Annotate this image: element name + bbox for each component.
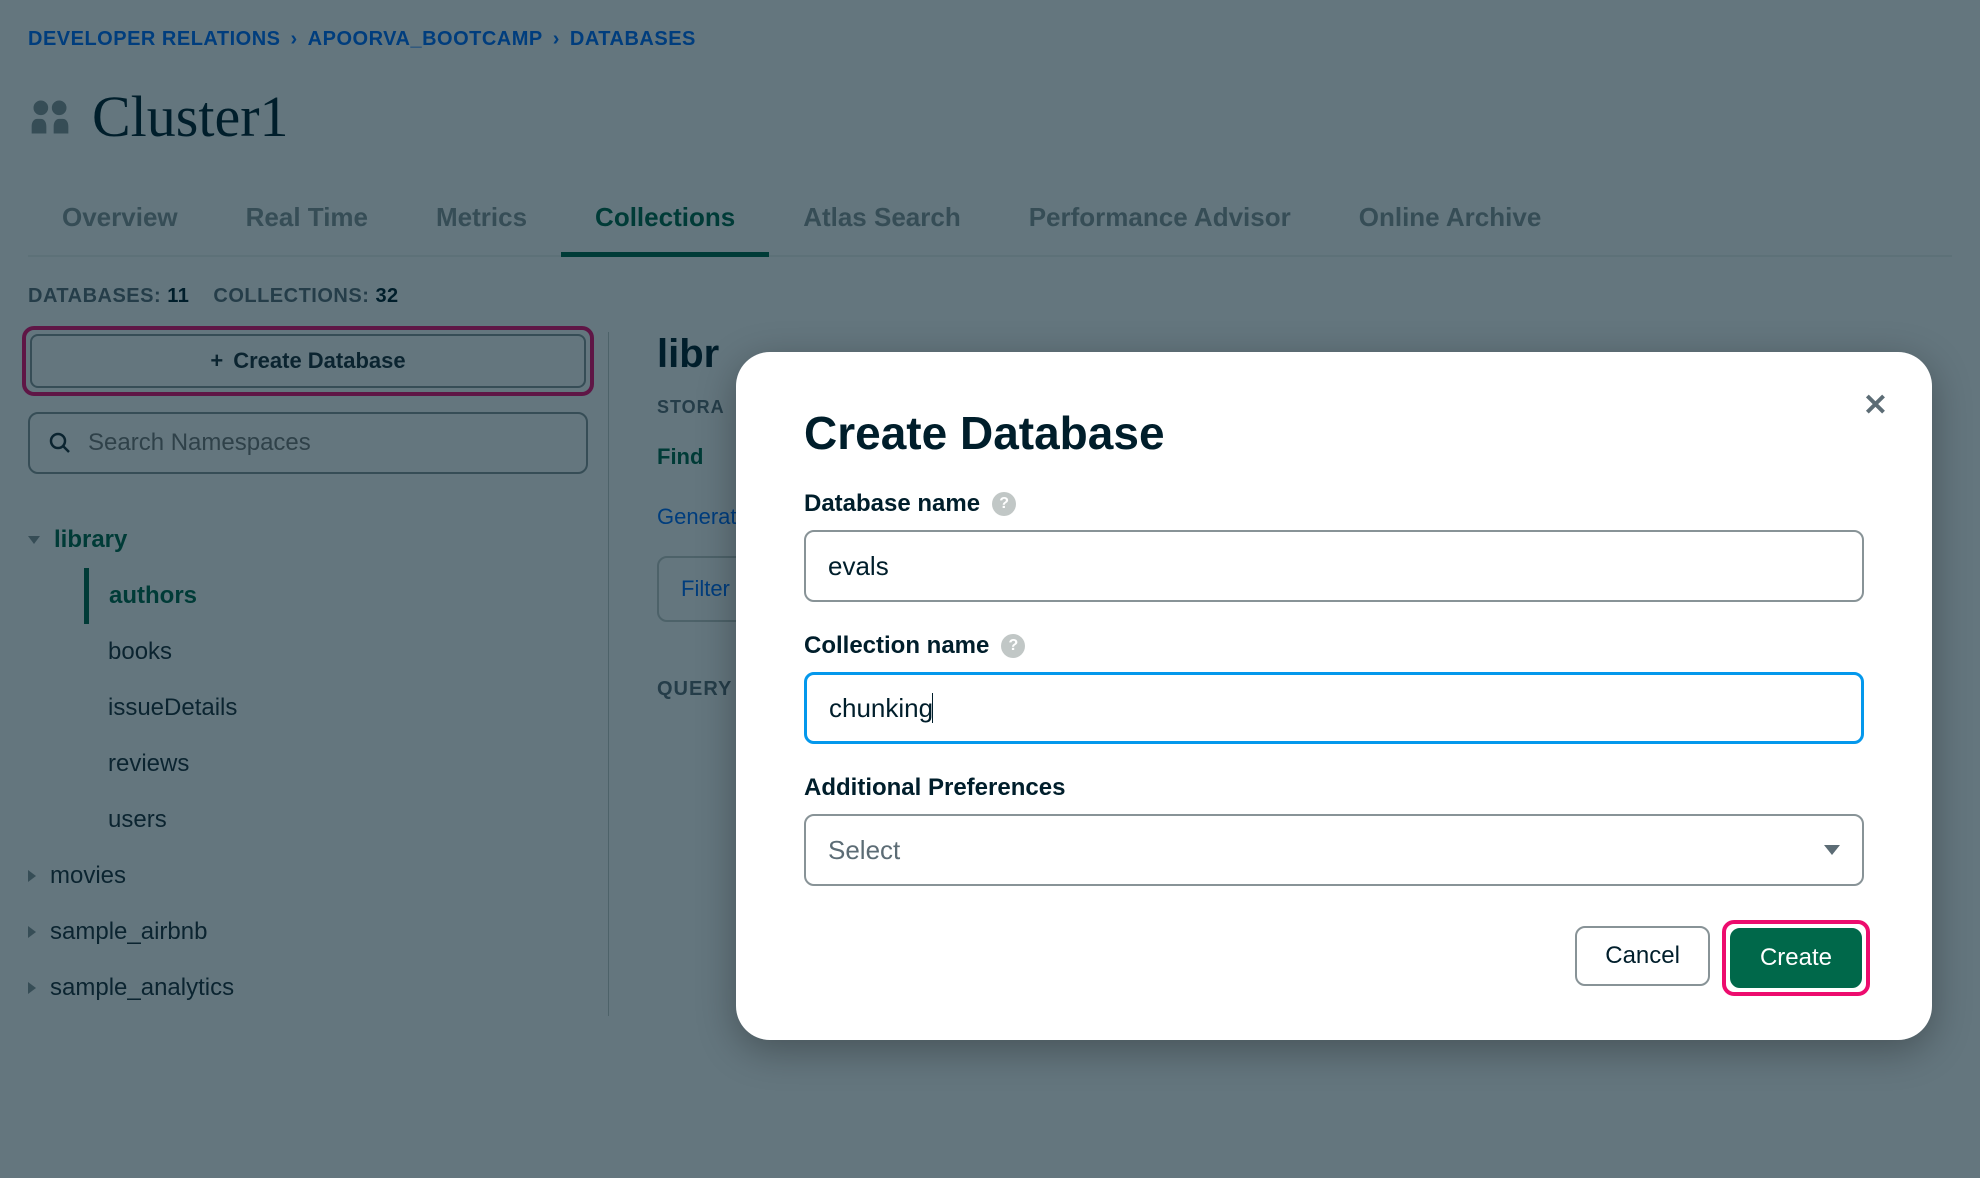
modal-title: Create Database: [804, 406, 1864, 460]
database-name-input[interactable]: [804, 530, 1864, 602]
collection-name-label: Collection name: [804, 632, 989, 660]
help-icon[interactable]: ?: [992, 492, 1016, 516]
cancel-button[interactable]: Cancel: [1575, 926, 1710, 986]
additional-preferences-label: Additional Preferences: [804, 774, 1065, 802]
collection-name-input[interactable]: chunking: [804, 672, 1864, 744]
additional-preferences-select[interactable]: Select: [804, 814, 1864, 886]
create-button[interactable]: Create: [1730, 928, 1862, 988]
create-database-modal: ✕ Create Database Database name ? Collec…: [736, 352, 1932, 1040]
text-cursor: [932, 693, 933, 723]
chevron-down-icon: [1824, 845, 1840, 855]
select-placeholder: Select: [828, 835, 900, 866]
close-icon[interactable]: ✕: [1863, 388, 1888, 423]
database-name-label: Database name: [804, 490, 980, 518]
collection-name-value: chunking: [829, 693, 933, 724]
help-icon[interactable]: ?: [1001, 634, 1025, 658]
